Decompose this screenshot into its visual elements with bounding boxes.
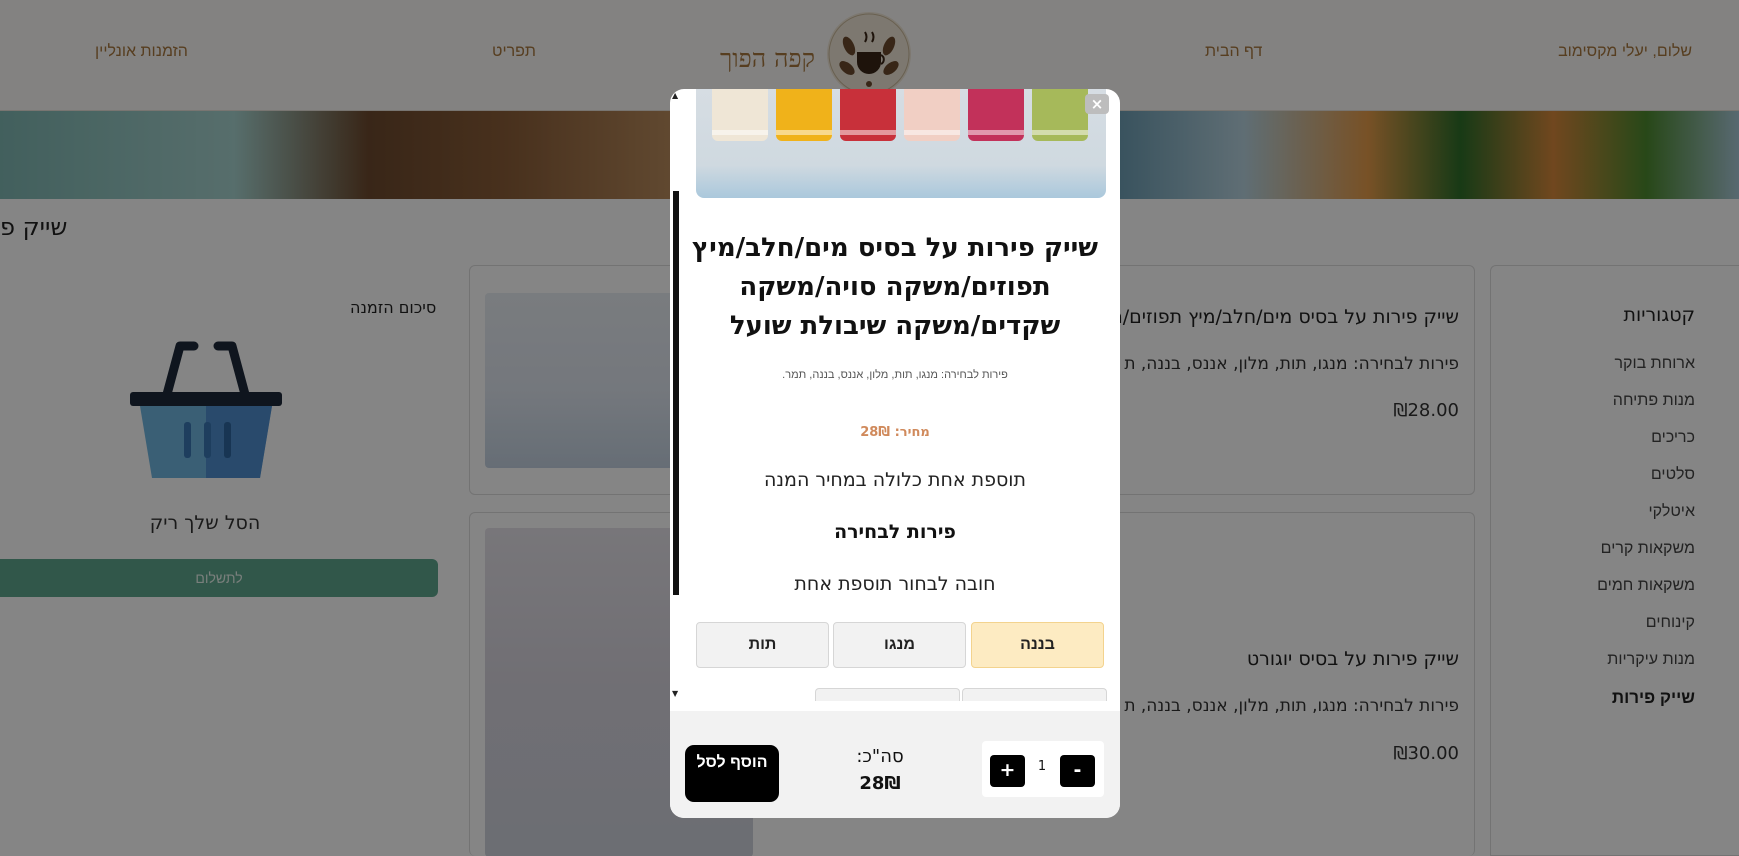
option-banana-button[interactable]: בננה bbox=[971, 622, 1104, 668]
quantity-value: 1 bbox=[1037, 759, 1047, 774]
modal-description: פירות לבחירה: מנגו, תות, מלון, אננס, בננ… bbox=[782, 369, 1008, 381]
options-group-title: פירות לבחירה bbox=[834, 521, 956, 543]
scroll-up-icon[interactable]: ▲ bbox=[672, 91, 678, 100]
quantity-increase-button[interactable]: + bbox=[990, 755, 1025, 787]
option-button[interactable] bbox=[962, 688, 1107, 701]
add-to-cart-button[interactable]: הוסף לסל bbox=[685, 745, 779, 802]
modal-scrollbar[interactable] bbox=[673, 191, 679, 595]
modal-title: שייק פירות על בסיס מים/חלב/מיץ תפוזים/מש… bbox=[691, 233, 1099, 341]
modal-product-image bbox=[696, 89, 1106, 198]
quantity-stepper: + 1 - bbox=[982, 741, 1104, 797]
total-label: סה"כ: bbox=[856, 746, 904, 767]
quantity-decrease-button[interactable]: - bbox=[1060, 755, 1095, 787]
option-strawberry-button[interactable]: תות bbox=[696, 622, 829, 668]
total-value: 28₪ bbox=[859, 773, 901, 794]
included-addon-note: תוספת אחת כלולה במחיר המנה bbox=[764, 469, 1026, 491]
modal-scroll-area[interactable]: × שייק פירות על בסיס מים/חלב/מיץ תפוזים/… bbox=[670, 89, 1120, 701]
modal-price: מחיר: 28₪ bbox=[860, 425, 930, 440]
option-mango-button[interactable]: מנגו bbox=[833, 622, 966, 668]
modal-footer: הוסף לסל סה"כ: 28₪ + 1 - bbox=[670, 711, 1120, 818]
options-required-note: חובה לבחור תוספת אחת bbox=[794, 573, 996, 595]
product-modal: × שייק פירות על בסיס מים/חלב/מיץ תפוזים/… bbox=[670, 89, 1120, 818]
scroll-down-icon[interactable]: ▼ bbox=[672, 689, 678, 698]
close-icon[interactable]: × bbox=[1085, 94, 1109, 114]
option-button[interactable] bbox=[815, 688, 960, 701]
